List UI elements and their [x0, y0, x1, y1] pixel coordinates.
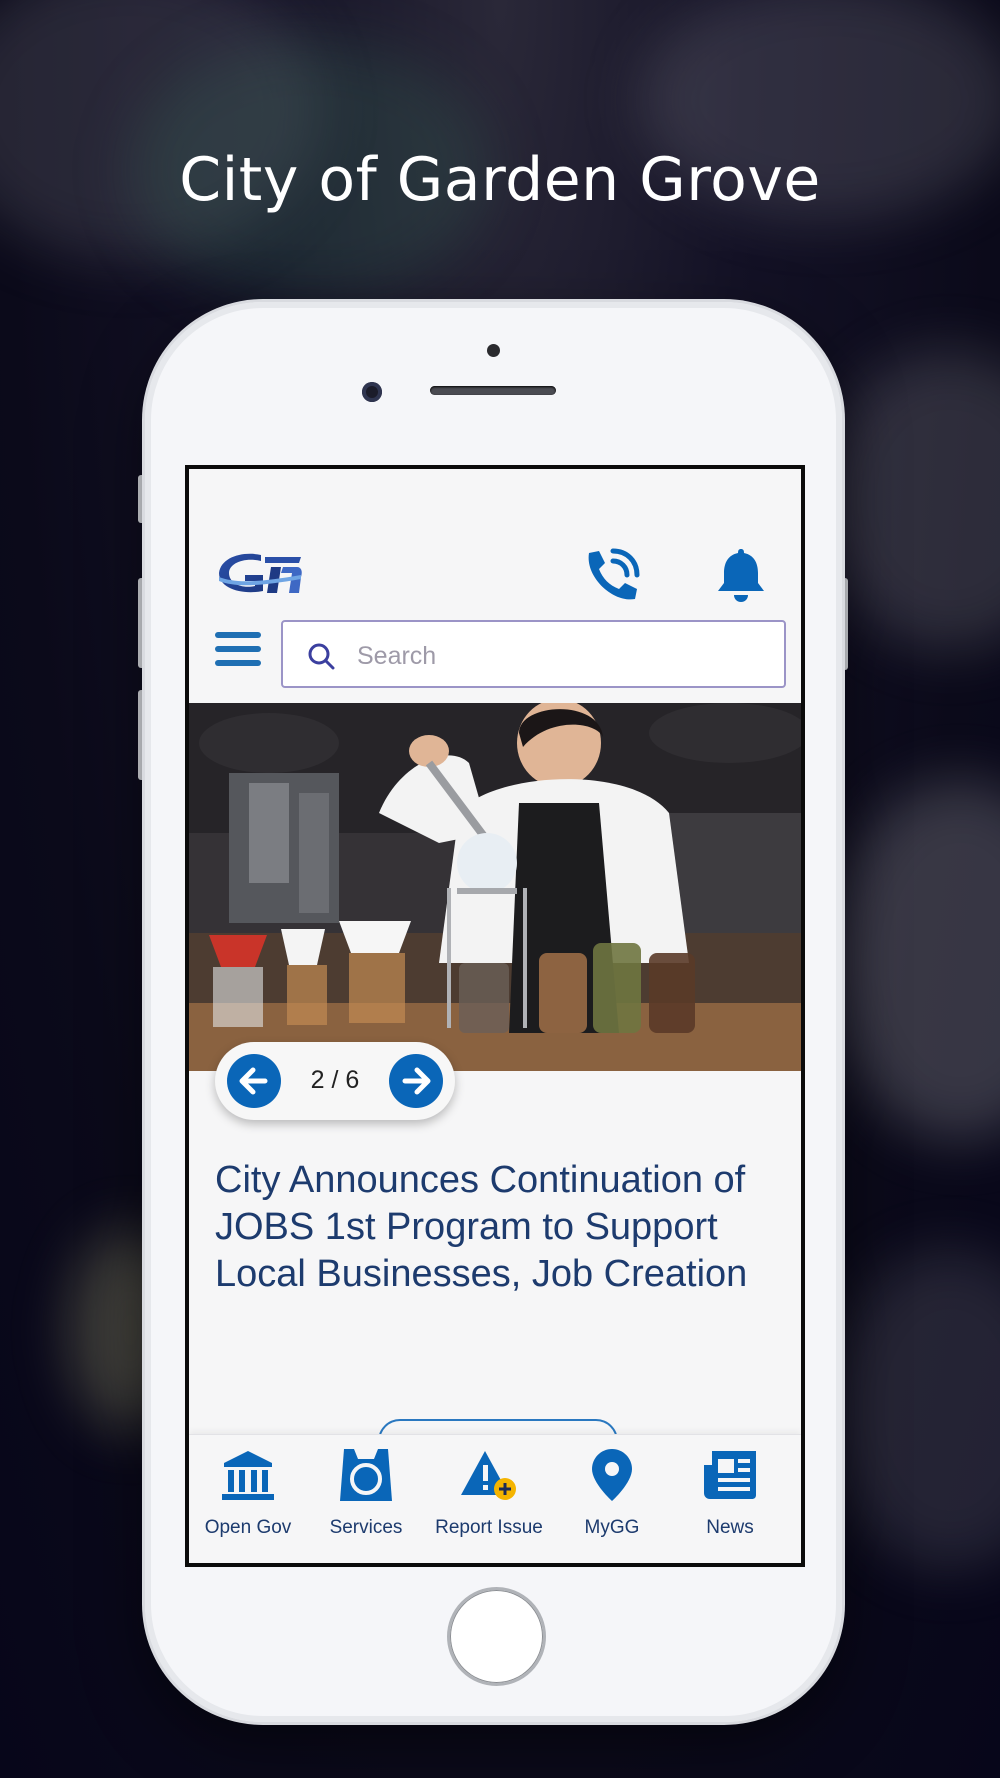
nav-services-label: Services: [329, 1517, 403, 1538]
nav-report-issue[interactable]: Report Issue: [430, 1447, 548, 1547]
phone-sensor: [487, 344, 500, 357]
article-title[interactable]: City Announces Continuation of JOBS 1st …: [215, 1157, 775, 1298]
nav-open-gov-label: Open Gov: [204, 1517, 292, 1538]
phone-power-button: [841, 578, 848, 670]
phone-frame: 2 / 6 City Announces Continuation of JOB…: [145, 302, 842, 1722]
previous-slide-button[interactable]: [227, 1054, 281, 1108]
carousel-pager: 2 / 6: [215, 1042, 455, 1120]
nav-mygg-label: MyGG: [584, 1517, 640, 1538]
nav-open-gov[interactable]: Open Gov: [189, 1447, 307, 1547]
nav-mygg[interactable]: MyGG: [553, 1447, 671, 1547]
barista-photo: [189, 703, 801, 1071]
phone-camera: [362, 382, 382, 402]
nav-news[interactable]: News: [671, 1447, 789, 1547]
nav-news-label: News: [706, 1517, 754, 1538]
building-icon: [222, 1451, 274, 1500]
bottom-navigation: Open Gov Services Report Issue MyGG News: [189, 1434, 801, 1563]
arrow-left-icon: [239, 1067, 268, 1095]
newspaper-icon: [704, 1451, 756, 1499]
search-input[interactable]: [355, 636, 759, 676]
home-button[interactable]: [447, 1587, 546, 1686]
phone-speaker: [430, 386, 556, 395]
warning-icon: [461, 1451, 516, 1500]
app-screen: 2 / 6 City Announces Continuation of JOB…: [185, 465, 805, 1567]
bell-icon[interactable]: [716, 547, 766, 603]
next-slide-button[interactable]: [389, 1054, 443, 1108]
phone-side-button: [138, 475, 145, 523]
arrow-right-icon: [402, 1067, 431, 1095]
carousel-image[interactable]: [189, 703, 801, 1071]
city-logo: [219, 553, 302, 593]
hamburger-menu-button[interactable]: [215, 632, 261, 672]
phone-icon[interactable]: [581, 547, 641, 603]
search-icon: [308, 643, 335, 670]
nav-services[interactable]: Services: [307, 1447, 425, 1547]
search-bar[interactable]: [281, 620, 786, 688]
phone-volume-down: [138, 690, 145, 780]
promo-headline: City of Garden Grove: [179, 145, 821, 215]
slide-counter: 2 / 6: [310, 1066, 360, 1094]
location-pin-icon: [592, 1449, 632, 1501]
phone-volume-up: [138, 578, 145, 668]
nav-report-issue-label: Report Issue: [435, 1517, 543, 1538]
services-icon: [340, 1449, 392, 1501]
